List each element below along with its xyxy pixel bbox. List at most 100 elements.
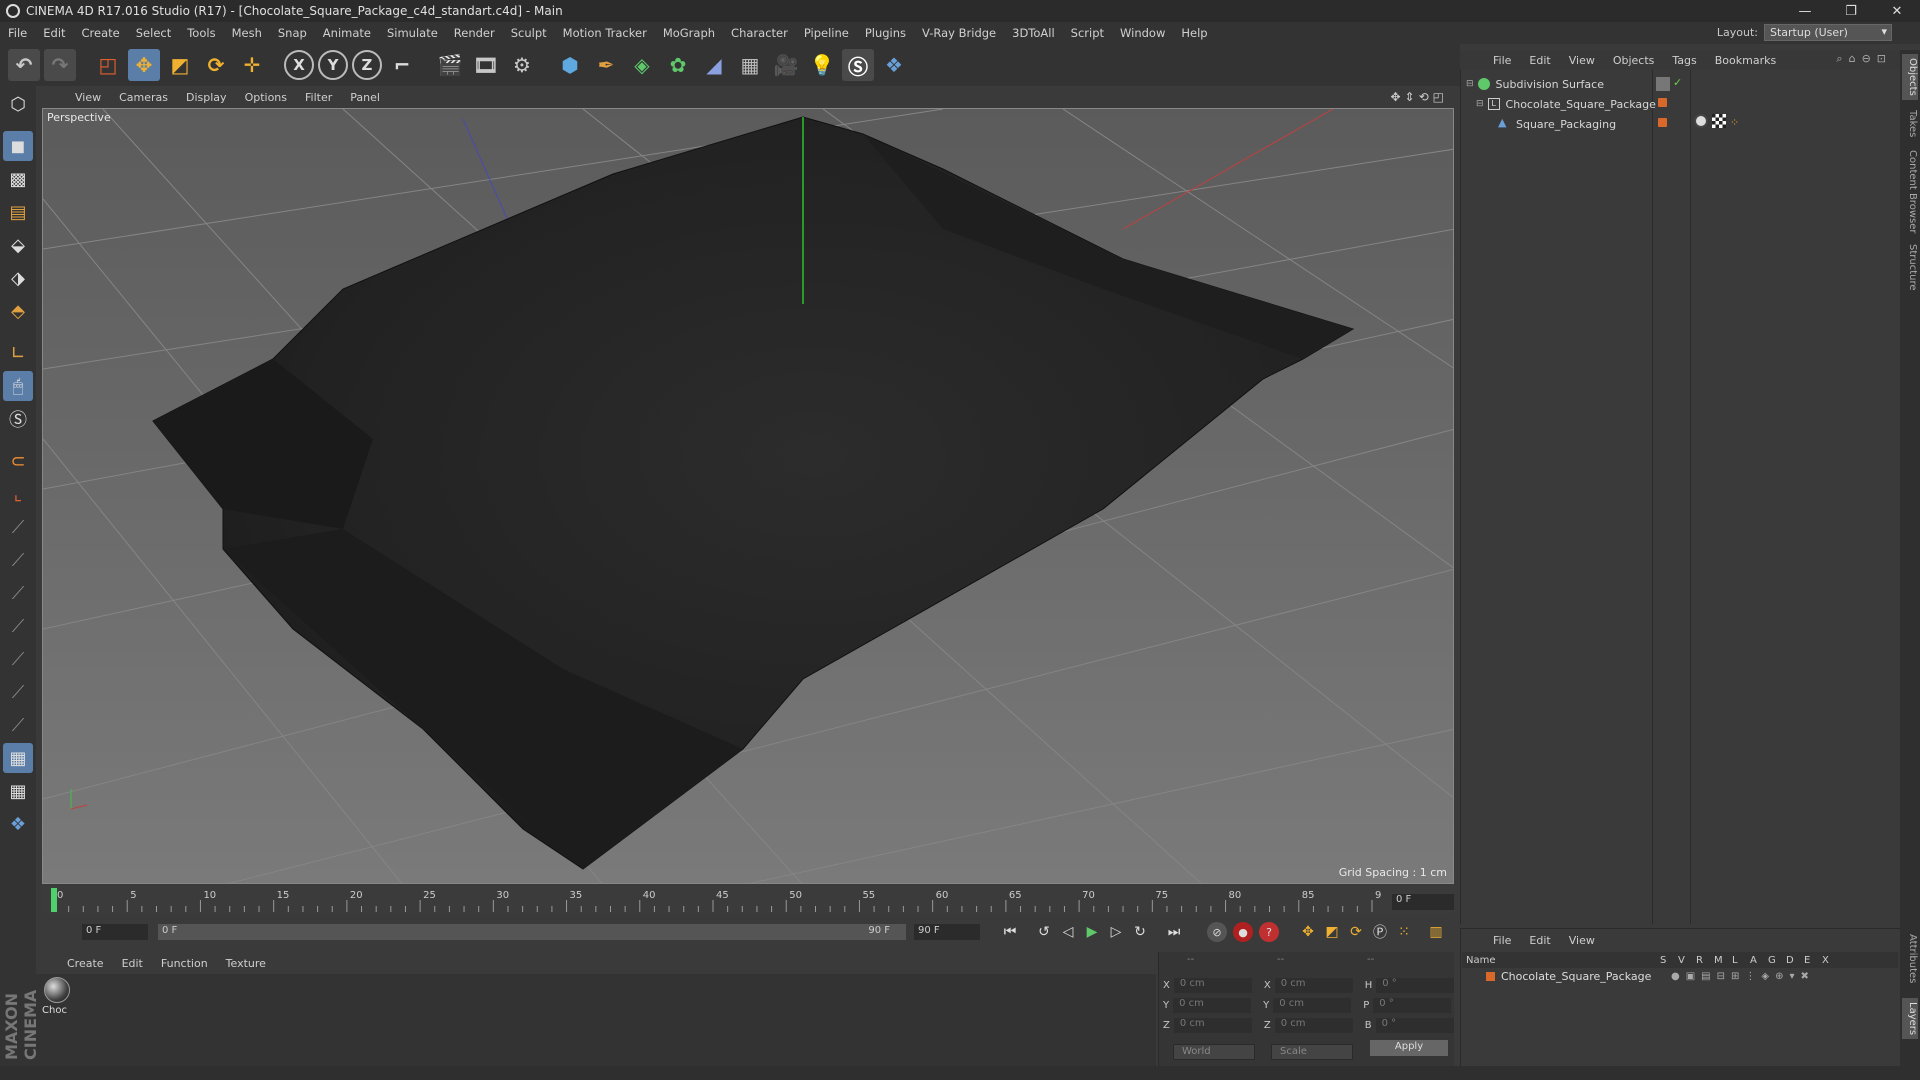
tab-structure[interactable]: Structure	[1902, 240, 1918, 295]
transform-tool-button[interactable]: ✛	[236, 49, 268, 81]
key-parameter-button[interactable]: Ⓟ	[1368, 920, 1392, 944]
end-frame-field[interactable]: 90 F	[914, 924, 980, 940]
objects-menu-bookmarks[interactable]: Bookmarks	[1706, 54, 1785, 67]
menu-window[interactable]: Window	[1112, 26, 1173, 40]
lock-grid-button[interactable]: ▦	[3, 743, 33, 773]
tab-objects[interactable]: Objects	[1902, 54, 1918, 100]
next-frame-button[interactable]: ▷	[1104, 920, 1128, 944]
z-axis-button[interactable]: Z	[352, 50, 382, 80]
close-button[interactable]: ✕	[1874, 0, 1920, 22]
material-name[interactable]: Choc	[42, 1005, 67, 1016]
menu-file[interactable]: File	[0, 26, 35, 40]
vray-button[interactable]: Ⓢ	[842, 49, 874, 81]
material-menu-function[interactable]: Function	[152, 957, 217, 970]
timeline-ruler[interactable]: 0 5 10 15 20 25 30 35 40 45 50 55 60 65 70 75 80 85 90	[42, 886, 1454, 914]
viewport-menu-filter[interactable]: Filter	[296, 91, 341, 104]
menu-script[interactable]: Script	[1063, 26, 1112, 40]
object-row-packaging[interactable]: ▲ Square_Packaging	[1462, 114, 1898, 134]
undo-button[interactable]: ↶	[8, 49, 40, 81]
current-frame-field[interactable]: 0 F	[1392, 894, 1454, 910]
minimize-button[interactable]: —	[1782, 0, 1828, 22]
objects-menu-edit[interactable]: Edit	[1520, 54, 1559, 67]
material-menu-create[interactable]: Create	[58, 957, 113, 970]
texture-mode-button[interactable]: ▩	[3, 164, 33, 194]
camera-button[interactable]: 🎥	[770, 49, 802, 81]
x-axis-button[interactable]: X	[284, 50, 314, 80]
workplane-button[interactable]: ▤	[3, 197, 33, 227]
auto-keying-button[interactable]: ●	[1233, 922, 1253, 942]
pin-grid-button[interactable]: ▦	[3, 776, 33, 806]
timeline-layout-button[interactable]: ▥	[1424, 920, 1448, 944]
snap-button[interactable]: ⊂	[3, 446, 33, 476]
viewport-menu-view[interactable]: View	[66, 91, 110, 104]
material-preview-ball[interactable]	[44, 977, 70, 1003]
timeline-playhead[interactable]	[51, 888, 57, 912]
layer-color-dot[interactable]	[1658, 98, 1667, 107]
objects-menu-view[interactable]: View	[1560, 54, 1604, 67]
spline-pen-button[interactable]: ✒	[590, 49, 622, 81]
layout-dropdown[interactable]: Startup (User)	[1764, 24, 1892, 41]
prev-frame-button[interactable]: ◁	[1056, 920, 1080, 944]
sculpt-brush-6[interactable]: ⟋	[3, 677, 33, 707]
size-x-field[interactable]: 0 cm	[1274, 978, 1353, 993]
deformer-button[interactable]: ◢	[698, 49, 730, 81]
layer-color-dot[interactable]	[1658, 118, 1667, 127]
tab-layers[interactable]: Layers	[1902, 998, 1918, 1040]
position-z-field[interactable]: 0 cm	[1173, 1018, 1252, 1033]
menu-animate[interactable]: Animate	[315, 26, 379, 40]
light-button[interactable]: 💡	[806, 49, 838, 81]
subdivision-button[interactable]: ◈	[626, 49, 658, 81]
key-rotation-button[interactable]: ⟳	[1344, 920, 1368, 944]
tab-content-browser[interactable]: Content Browser	[1902, 146, 1918, 237]
record-keys-button[interactable]: ⊘	[1207, 922, 1227, 942]
menu-sculpt[interactable]: Sculpt	[503, 26, 555, 40]
redo-button[interactable]: ↷	[44, 49, 76, 81]
tab-attributes[interactable]: Attributes	[1902, 930, 1918, 987]
goto-start-button[interactable]: ⏮	[998, 920, 1022, 944]
size-y-field[interactable]: 0 cm	[1273, 998, 1352, 1013]
move-tool-button[interactable]: ✥	[128, 49, 160, 81]
collapse-icon[interactable]: ⊟	[1466, 79, 1474, 89]
phong-tag-icon[interactable]: ⁘	[1730, 116, 1744, 130]
live-selection-button[interactable]: ◰	[92, 49, 124, 81]
sculpt-brush-3[interactable]: ⟋	[3, 578, 33, 608]
position-y-field[interactable]: 0 cm	[1173, 998, 1252, 1013]
key-scale-button[interactable]: ◩	[1320, 920, 1344, 944]
scale-tool-button[interactable]: ◩	[164, 49, 196, 81]
cloner-button[interactable]: ✿	[662, 49, 694, 81]
viewport-menu-options[interactable]: Options	[236, 91, 296, 104]
polygons-mode-button[interactable]: ⬘	[3, 296, 33, 326]
start-frame-field[interactable]: 0 F	[82, 924, 148, 940]
viewport-menu-panel[interactable]: Panel	[341, 91, 389, 104]
menu-mesh[interactable]: Mesh	[224, 26, 270, 40]
floor-button[interactable]: ▦	[734, 49, 766, 81]
menu-character[interactable]: Character	[723, 26, 796, 40]
uvw-tag-icon[interactable]	[1712, 114, 1726, 128]
object-row-package[interactable]: ⊟ L Chocolate_Square_Package	[1462, 94, 1898, 114]
layers-menu-file[interactable]: File	[1484, 934, 1520, 947]
viewport-menu-display[interactable]: Display	[177, 91, 236, 104]
objects-menu-tags[interactable]: Tags	[1663, 54, 1705, 67]
layer-swatch-gray[interactable]	[1656, 77, 1670, 91]
goto-end-button[interactable]: ⏭	[1162, 920, 1186, 944]
menu-tools[interactable]: Tools	[179, 26, 223, 40]
frame-range-slider[interactable]: 0 F 90 F	[158, 924, 906, 940]
layer-color-swatch[interactable]	[1486, 971, 1495, 981]
menu-plugins[interactable]: Plugins	[857, 26, 914, 40]
prev-key-button[interactable]: ↺	[1032, 920, 1056, 944]
menu-pipeline[interactable]: Pipeline	[796, 26, 857, 40]
key-pla-button[interactable]: ⁙	[1392, 920, 1416, 944]
key-position-button[interactable]: ✥	[1296, 920, 1320, 944]
viewport-nav-icons[interactable]: ✥⇕⟲◰	[1390, 90, 1448, 104]
cube-button[interactable]: ⬢	[554, 49, 586, 81]
rotation-h-field[interactable]: 0 °	[1376, 978, 1455, 993]
collapse-icon[interactable]: ⊟	[1476, 99, 1484, 109]
y-axis-button[interactable]: Y	[318, 50, 348, 80]
menu-select[interactable]: Select	[128, 26, 179, 40]
enabled-check-icon[interactable]: ✓	[1673, 76, 1687, 90]
render-settings-button[interactable]: ⚙	[506, 49, 538, 81]
object-manager-search-icon[interactable]: ⌕⌂⊖⊡	[1836, 52, 1892, 66]
objects-menu-objects[interactable]: Objects	[1604, 54, 1664, 67]
restore-button[interactable]: ❐	[1828, 0, 1874, 22]
rotation-b-field[interactable]: 0 °	[1375, 1018, 1454, 1033]
